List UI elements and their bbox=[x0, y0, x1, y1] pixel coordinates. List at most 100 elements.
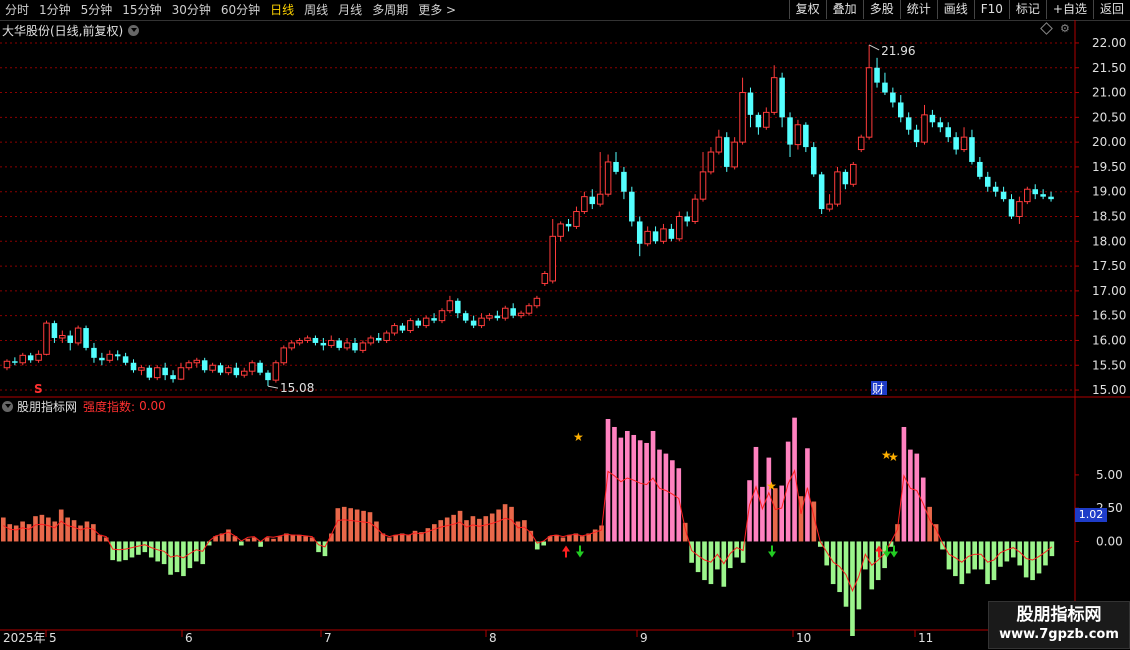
candle-body bbox=[810, 147, 817, 175]
candle-body bbox=[217, 365, 224, 373]
indicator-bar bbox=[52, 521, 58, 542]
indicator-bar bbox=[753, 446, 759, 542]
indicator-bar bbox=[760, 486, 765, 542]
sell-arrow-icon bbox=[890, 545, 898, 558]
watermark-url: www.7gpzb.com bbox=[999, 627, 1119, 642]
indicator-bar bbox=[901, 426, 907, 542]
candle-body bbox=[185, 362, 193, 369]
indicator-bar bbox=[425, 528, 431, 542]
candle-body bbox=[818, 174, 825, 210]
candle-body bbox=[470, 320, 477, 326]
candle-body bbox=[549, 235, 556, 282]
price-axis-label: 18.00 bbox=[1092, 234, 1126, 248]
candle-body bbox=[383, 332, 390, 341]
indicator-bar bbox=[489, 513, 495, 542]
date-month-label: 6 bbox=[185, 631, 193, 645]
indicator-bar bbox=[637, 440, 643, 542]
candle-body bbox=[874, 67, 880, 83]
chart-canvas[interactable]: 22.00 21.50 21.00 20.50 20.00 19.50 19.00 18.50… bbox=[0, 0, 1130, 650]
candle-body bbox=[850, 163, 857, 185]
candle-body bbox=[193, 359, 201, 364]
candle-body bbox=[27, 355, 34, 361]
candle-body bbox=[391, 325, 398, 334]
candle-body bbox=[367, 337, 375, 344]
candle-body bbox=[343, 342, 351, 349]
signal-star-icon: ★ bbox=[766, 479, 777, 493]
price-axis-label: 16.00 bbox=[1092, 333, 1126, 347]
candle-body bbox=[557, 223, 564, 237]
low-pointer bbox=[267, 385, 279, 389]
indicator-name: 股朋指标网 bbox=[17, 399, 78, 414]
signal-star-icon: ★ bbox=[573, 430, 584, 444]
candle-body bbox=[407, 320, 414, 332]
indicator-bar bbox=[560, 537, 566, 542]
candle-body bbox=[826, 203, 833, 210]
indicator-bar bbox=[708, 541, 714, 585]
indicator-bar bbox=[84, 521, 90, 542]
candle-body bbox=[209, 364, 216, 371]
candle-body bbox=[146, 367, 153, 378]
indicator-bar bbox=[33, 516, 38, 542]
candle-body bbox=[882, 82, 888, 93]
indicator-bar bbox=[142, 541, 148, 553]
indicator-bar bbox=[618, 437, 624, 542]
candle-body bbox=[170, 375, 176, 380]
indicator-bar bbox=[650, 430, 656, 542]
candle-body bbox=[296, 339, 303, 344]
candle-body bbox=[91, 347, 97, 358]
indicator-bar bbox=[367, 512, 373, 542]
indicator-bar bbox=[200, 541, 206, 565]
indicator-dropdown-icon[interactable] bbox=[2, 400, 13, 412]
strength-line bbox=[3, 469, 1053, 593]
indicator-bar bbox=[908, 449, 913, 542]
indicator-bar bbox=[374, 521, 379, 542]
candle-body bbox=[937, 122, 944, 128]
indicator-bar bbox=[477, 518, 482, 542]
indicator-bar bbox=[438, 520, 444, 542]
candle-body bbox=[304, 337, 311, 341]
candle-body bbox=[225, 367, 232, 374]
price-axis-label: 17.00 bbox=[1092, 284, 1126, 298]
price-axis-label: 19.00 bbox=[1092, 185, 1126, 199]
date-month-label: 8 bbox=[489, 631, 497, 645]
candle-body bbox=[834, 171, 841, 205]
indicator-title-bar: 股朋指标网 强度指数: 0.00 bbox=[2, 398, 166, 414]
indicator-bar bbox=[123, 541, 128, 561]
price-axis-label: 17.50 bbox=[1092, 259, 1126, 273]
candle-body bbox=[842, 171, 849, 185]
candle-body bbox=[257, 362, 263, 373]
price-axis-label: 21.50 bbox=[1092, 61, 1126, 75]
candle-body bbox=[153, 367, 161, 379]
candle-body bbox=[613, 161, 619, 172]
candle-body bbox=[596, 193, 604, 205]
candle-body bbox=[541, 273, 549, 284]
candle-body bbox=[399, 325, 406, 331]
candle-body bbox=[265, 372, 271, 381]
candle-body bbox=[770, 77, 778, 113]
indicator-bar bbox=[579, 536, 585, 542]
indicator-bar bbox=[168, 541, 173, 575]
candle-body bbox=[138, 367, 145, 371]
candle-body bbox=[272, 362, 280, 381]
candle-body bbox=[913, 129, 920, 143]
candle-body bbox=[715, 136, 723, 153]
indicator-bar bbox=[1030, 541, 1035, 581]
indicator-bar bbox=[972, 541, 978, 570]
indicator-bar bbox=[71, 520, 77, 542]
indicator-bar bbox=[136, 541, 141, 555]
candle-body bbox=[1048, 196, 1054, 200]
date-month-label: 11 bbox=[918, 631, 933, 645]
candle-body bbox=[99, 357, 105, 361]
indicator-bar bbox=[245, 538, 251, 542]
candle-body bbox=[83, 328, 89, 348]
candle-body bbox=[921, 114, 928, 143]
candle-body bbox=[533, 297, 541, 307]
candle-body bbox=[478, 317, 485, 327]
candle-body bbox=[1000, 191, 1007, 200]
candle-body bbox=[1024, 188, 1031, 203]
candle-body bbox=[106, 353, 114, 361]
candle-body bbox=[455, 300, 461, 314]
candle-body bbox=[486, 315, 493, 319]
indicator-bar bbox=[226, 529, 231, 542]
date-month-label: 7 bbox=[324, 631, 332, 645]
